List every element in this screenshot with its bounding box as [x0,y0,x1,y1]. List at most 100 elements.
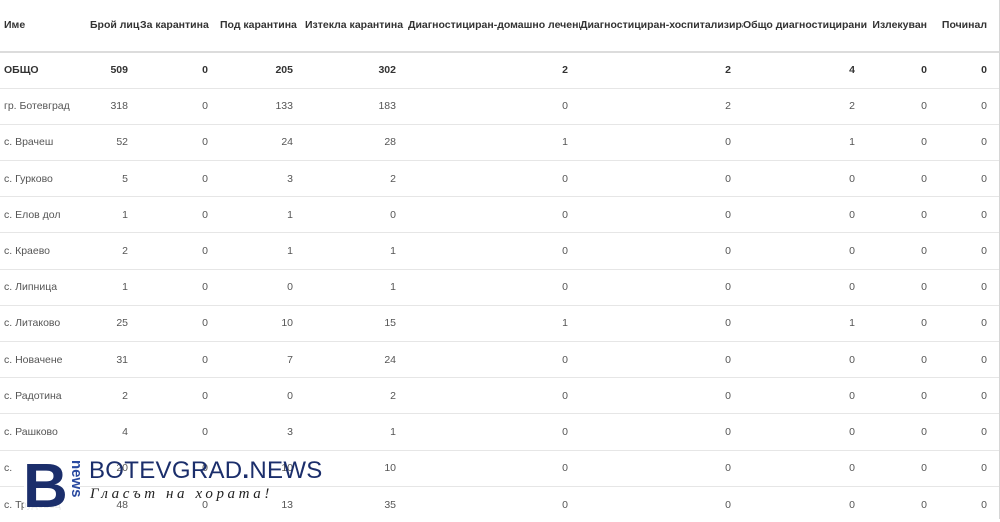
value-cell: 0 [939,449,999,487]
place-name-cell: с. Краево [0,232,90,270]
value-cell: 24 [220,123,305,161]
column-header[interactable]: Изтекла карантина [305,0,408,53]
value-cell: 0 [939,196,999,233]
value-cell: 0 [743,196,867,233]
value-cell: 0 [939,304,999,342]
value-cell: 25 [90,304,140,342]
value-cell: 1 [220,196,305,233]
value-cell: 2 [743,87,867,125]
value-cell: 0 [743,485,867,522]
value-cell: 28 [305,123,408,161]
value-cell: 0 [867,449,939,487]
value-cell: 1 [305,268,408,306]
place-name-cell: с. Врачеш [0,123,90,161]
total-row: ОБЩО 509 0 205 302 2 2 4 0 0 [0,52,999,88]
place-name-cell: с. Новачене [0,340,90,378]
value-cell: 3 [220,160,305,197]
table-row: с. Трудовец 48 0 13 35 0 0 0 0 0 [0,485,999,522]
value-cell: 20 [90,449,140,487]
value-cell: 31 [90,340,140,378]
value-cell: 0 [220,377,305,414]
value-cell: 5 [90,160,140,197]
value-cell: 10 [305,449,408,487]
value-cell: 0 [867,268,939,306]
value-cell: 0 [580,123,743,161]
value-cell: 205 [275,64,293,77]
value-cell: 0 [140,196,220,233]
value-cell: 0 [305,196,408,233]
value-cell: 15 [305,304,408,342]
value-cell: 0 [408,449,580,487]
value-cell: 133 [220,87,305,125]
table-row: с. Литаково 25 0 10 15 1 0 1 0 0 [0,304,999,342]
value-cell: 0 [867,196,939,233]
value-cell: 0 [140,485,220,522]
place-name-cell: ОБЩО [4,64,39,77]
place-name-cell: с. Липница [0,268,90,306]
value-cell: 0 [140,268,220,306]
value-cell: 1 [743,304,867,342]
value-cell: 0 [580,232,743,270]
value-cell: 10 [220,449,305,487]
value-cell: 1 [90,196,140,233]
value-cell: 0 [580,268,743,306]
value-cell: 183 [305,87,408,125]
value-cell: 0 [743,377,867,414]
table-row: с. Елов дол 1 0 1 0 0 0 0 0 0 [0,196,999,233]
value-cell: 35 [305,485,408,522]
column-header[interactable]: За карантина [140,0,220,53]
value-cell: 0 [580,485,743,522]
value-cell: 0 [867,413,939,451]
column-header[interactable]: Диагностициран-домашно лечение [408,0,580,53]
value-cell: 318 [90,87,140,125]
value-cell: 0 [408,268,580,306]
value-cell: 0 [867,304,939,342]
value-cell: 2 [725,64,731,77]
value-cell: 0 [743,268,867,306]
value-cell: 0 [408,196,580,233]
value-cell: 0 [867,377,939,414]
table-row: гр. Ботевград 318 0 133 183 0 2 2 0 0 [0,87,999,125]
value-cell: 0 [140,304,220,342]
value-cell: 0 [939,485,999,522]
value-cell: 1 [408,304,580,342]
value-cell: 0 [939,160,999,197]
table-row: с. 20 0 10 10 0 0 0 0 0 [0,449,999,487]
column-header[interactable]: Починал [939,0,999,53]
value-cell: 0 [580,196,743,233]
value-cell: 2 [305,377,408,414]
value-cell: 0 [939,268,999,306]
value-cell: 1 [305,232,408,270]
table-header: Име Брой лица За карантина Под карантина Изт… [0,0,999,53]
place-name-cell: с. [0,449,90,487]
column-header[interactable]: Диагностициран-хоспитализиран [580,0,743,53]
column-header[interactable]: Брой лица [90,0,140,53]
value-cell: 4 [849,64,855,77]
value-cell: 0 [743,413,867,451]
value-cell: 1 [90,268,140,306]
place-name-cell: с. Литаково [0,304,90,342]
column-header[interactable]: Общо диагностицирани [743,0,867,53]
place-name-cell: с. Рашково [0,413,90,451]
value-cell: 0 [408,377,580,414]
value-cell: 48 [90,485,140,522]
value-cell: 0 [867,160,939,197]
value-cell: 0 [408,87,580,125]
value-cell: 0 [580,377,743,414]
value-cell: 0 [867,340,939,378]
value-cell: 0 [580,449,743,487]
table-row: с. Липница 1 0 0 1 0 0 0 0 0 [0,268,999,306]
value-cell: 13 [220,485,305,522]
table-row: с. Краево 2 0 1 1 0 0 0 0 0 [0,232,999,270]
value-cell: 1 [305,413,408,451]
column-header[interactable]: Под карантина [220,0,305,53]
value-cell: 0 [939,123,999,161]
value-cell: 0 [580,160,743,197]
value-cell: 24 [305,340,408,378]
column-header[interactable]: Име [0,0,90,53]
value-cell: 0 [408,232,580,270]
value-cell: 2 [562,64,568,77]
column-header[interactable]: Излекуван [867,0,939,53]
value-cell: 3 [220,413,305,451]
value-cell: 2 [90,232,140,270]
